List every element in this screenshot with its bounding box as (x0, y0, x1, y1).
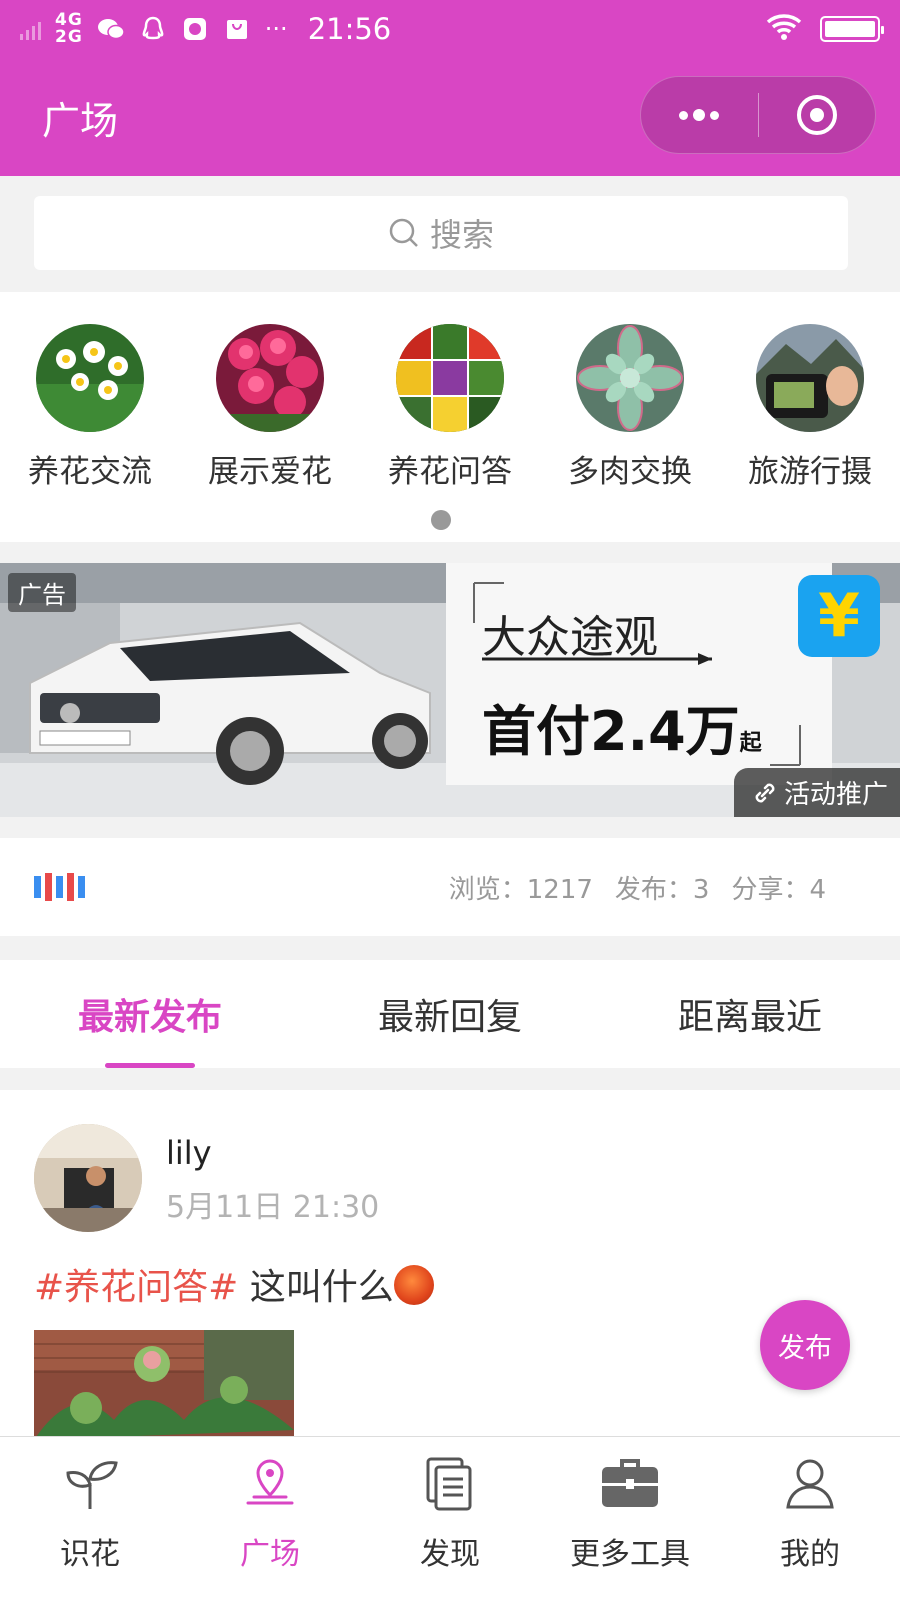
search-section: 搜索 (0, 176, 900, 292)
tabbar-item-more-tools[interactable]: 更多工具 (540, 1437, 720, 1600)
more-menu-button[interactable] (641, 77, 758, 153)
target-icon (796, 95, 837, 135)
category-label: 养花问答 (388, 454, 512, 490)
publish-button[interactable]: 发布 (760, 1300, 850, 1390)
tab-nearest[interactable]: 距离最近 (600, 960, 900, 1068)
status-time: 21:56 (307, 12, 392, 46)
network-2g: 2G (55, 27, 83, 47)
mini-program-capsule (640, 76, 876, 154)
narcissus-photo (36, 324, 144, 432)
document-stack-icon (418, 1451, 482, 1515)
rose-emoji-icon (393, 1265, 434, 1305)
pink-flowers-photo (216, 324, 324, 432)
tabbar-item-discover[interactable]: 发现 (360, 1437, 540, 1600)
stats-bar: 浏览：1217 发布：3 分享：4 (0, 838, 900, 936)
bar-chart-icon (34, 873, 85, 901)
post-topic-tag[interactable]: #养花问答# (34, 1267, 238, 1308)
tabbar-label: 更多工具 (570, 1537, 690, 1572)
tabbar-label: 发现 (420, 1537, 480, 1572)
ad-subline-main: 首付2.4万 (482, 700, 740, 763)
ad-banner[interactable]: 大众途观 首付2.4万起 ¥ 广告 活动推广 (0, 563, 900, 817)
ad-promo-link[interactable]: 活动推广 (733, 768, 900, 817)
tabbar-label: 广场 (240, 1537, 300, 1572)
ad-subline: 首付2.4万起 (482, 687, 762, 766)
app-notification-icon (181, 15, 209, 43)
category-label: 旅游行摄 (748, 454, 872, 490)
location-pin-icon (238, 1451, 302, 1515)
ad-label: 广告 (8, 573, 76, 612)
avatar[interactable] (34, 1124, 142, 1232)
nav-bar: 广场 (0, 58, 900, 176)
tabbar-item-plaza[interactable]: 广场 (180, 1437, 360, 1600)
qq-icon (139, 15, 167, 43)
tab-label: 最新回复 (377, 997, 522, 1038)
wifi-icon (766, 13, 802, 45)
shopping-bag-icon (223, 15, 251, 43)
tabbar-item-identify[interactable]: 识花 (0, 1437, 180, 1600)
post-card[interactable]: lily 5月11日 21:30 #养花问答# 这叫什么 (0, 1090, 900, 1436)
search-placeholder: 搜索 (429, 216, 494, 254)
publish-button-label: 发布 (778, 1332, 832, 1364)
tabbar-item-me[interactable]: 我的 (720, 1437, 900, 1600)
post-image[interactable] (34, 1330, 294, 1436)
bottom-tab-bar: 识花 广场 发现 更多工具 我的 (0, 1436, 900, 1600)
post-content: #养花问答# 这叫什么 (34, 1258, 434, 1310)
views-count: 浏览：1217 (448, 874, 593, 905)
ad-text-panel: 大众途观 首付2.4万起 (446, 563, 832, 785)
page-title: 广场 (42, 98, 119, 143)
category-carousel: 养花交流 展示爱花 养花问答 多肉交换 旅游行摄 (0, 292, 900, 542)
ad-headline: 大众途观 (482, 612, 658, 663)
tabbar-label: 识花 (60, 1537, 120, 1572)
post-text: 这叫什么 (249, 1267, 394, 1308)
toolbox-icon (598, 1451, 662, 1515)
close-mini-program-button[interactable] (759, 77, 876, 153)
search-input[interactable]: 搜索 (34, 196, 848, 270)
category-item-flower-qa[interactable]: 养花问答 (362, 324, 538, 491)
carousel-page-indicator (431, 510, 451, 530)
feed-tabs: 最新发布 最新回复 距离最近 (0, 960, 900, 1068)
succulent-photo (576, 324, 684, 432)
ad-promo-label: 活动推广 (783, 780, 888, 810)
user-icon (778, 1451, 842, 1515)
signal-strength-icon (20, 18, 41, 40)
category-label: 养花交流 (28, 454, 152, 490)
tab-label: 最新发布 (77, 997, 222, 1038)
camera-photo (756, 324, 864, 432)
tab-latest-replies[interactable]: 最新回复 (300, 960, 600, 1068)
battery-icon (820, 16, 884, 42)
more-dots-icon (679, 109, 720, 121)
category-item-show-flowers[interactable]: 展示爱花 (182, 324, 358, 491)
more-notifications: ··· (264, 15, 288, 43)
ad-subline-suffix: 起 (739, 731, 762, 756)
status-bar: 4G 2G ··· 21:56 (0, 0, 900, 58)
tab-label: 距离最近 (677, 997, 822, 1038)
yen-badge-icon: ¥ (798, 575, 880, 657)
tab-latest-posts[interactable]: 最新发布 (0, 960, 300, 1068)
category-label: 多肉交换 (568, 454, 692, 490)
posts-count: 发布：3 (614, 874, 710, 905)
category-item-flower-exchange[interactable]: 养花交流 (2, 324, 178, 491)
post-timestamp: 5月11日 21:30 (166, 1190, 380, 1225)
post-username[interactable]: lily (166, 1134, 212, 1172)
link-icon (755, 783, 775, 802)
category-label: 展示爱花 (208, 454, 332, 490)
sprout-icon (58, 1451, 122, 1515)
tabbar-label: 我的 (780, 1537, 840, 1572)
category-item-travel-photo[interactable]: 旅游行摄 (722, 324, 898, 491)
search-icon (389, 218, 418, 247)
yen-symbol: ¥ (818, 581, 860, 651)
header: 4G 2G ··· 21:56 广场 (0, 0, 900, 176)
flower-grid-photo (396, 324, 504, 432)
shares-count: 分享：4 (731, 874, 826, 905)
network-type: 4G 2G (55, 12, 83, 46)
wechat-icon (97, 15, 125, 43)
category-item-succulent-exchange[interactable]: 多肉交换 (542, 324, 718, 491)
